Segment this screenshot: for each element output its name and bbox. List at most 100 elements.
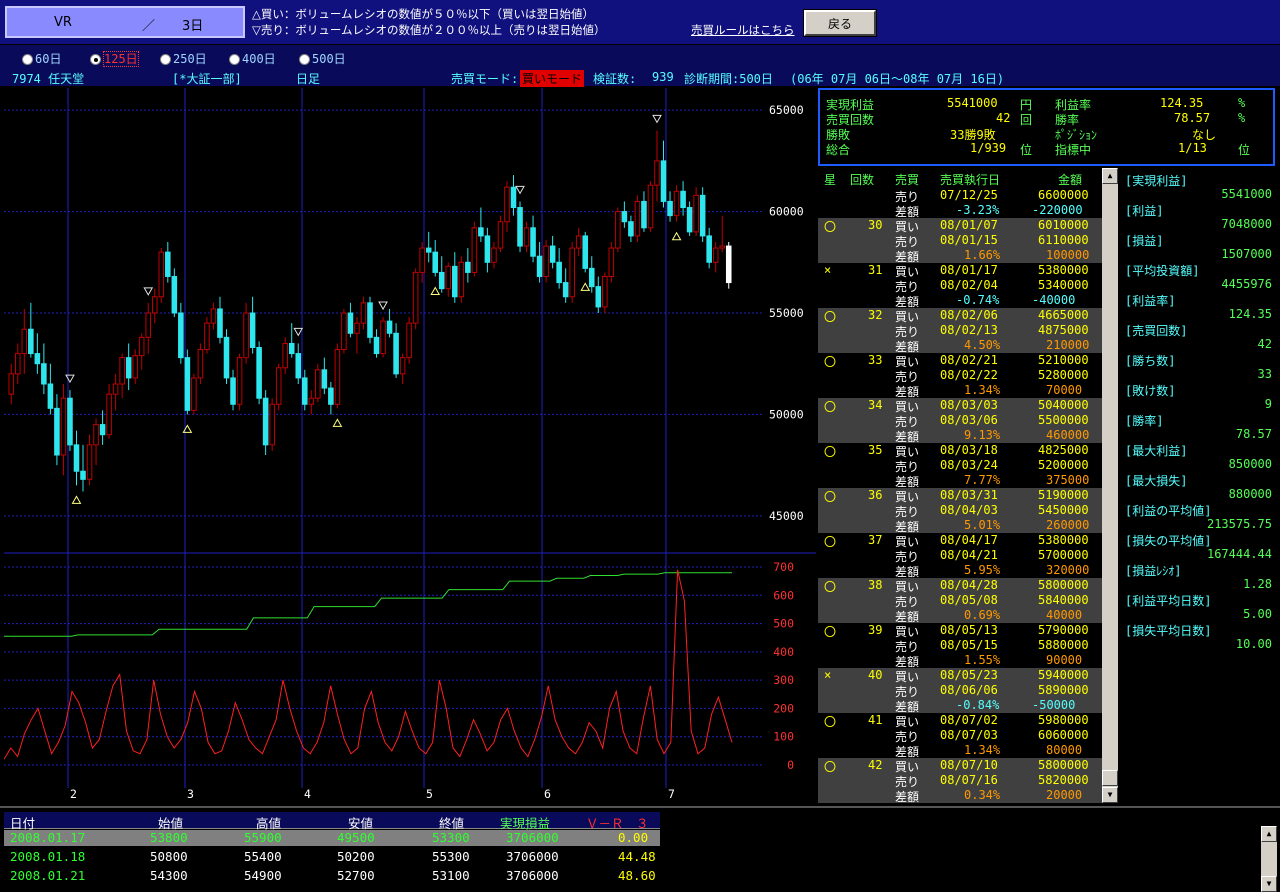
trade-date: 08/03/18	[940, 443, 998, 457]
period-option-2[interactable]: 250日	[160, 50, 207, 66]
trade-date: 08/03/31	[940, 488, 998, 502]
daily-cell: 53800	[150, 830, 188, 845]
candle-body	[223, 336, 230, 379]
trade-row-diff: 差額 -3.23% -220000	[818, 203, 1102, 219]
vr-tick-label: 600	[773, 588, 794, 602]
trade-row-diff: 差額 7.77% 375000	[818, 473, 1102, 489]
candle-body	[34, 353, 41, 365]
trade-row-sell: 売り 08/02/04 5340000	[818, 278, 1102, 294]
header-star: 星	[824, 173, 837, 187]
stat-value: 42	[1257, 337, 1272, 351]
candle-body	[301, 377, 308, 405]
verified-count: 939	[652, 70, 674, 84]
daily-cell: 50200	[337, 849, 375, 864]
candle-body	[595, 286, 602, 308]
trade-diff-pct: 0.69%	[964, 608, 1001, 622]
rules-link[interactable]: 売買ルールはこちら	[691, 22, 795, 38]
buy-signal-icon	[580, 282, 591, 291]
trade-result-icon: ×	[824, 263, 832, 277]
sell-rule: ▽売り：ボリュームレシオの数値が２００％以上（売りは翌日始値）	[252, 23, 606, 37]
daily-row[interactable]: 2008.01.21 54300 54900 52700 53100 3706000 48.…	[4, 868, 660, 884]
trade-row-buy: 〇 39 買い 08/05/13 5790000	[818, 623, 1102, 639]
candle-body	[673, 190, 680, 217]
radio-icon[interactable]	[299, 54, 310, 65]
trade-row-buy: 〇 33 買い 08/02/21 5210000	[818, 353, 1102, 369]
candle-body	[543, 245, 549, 277]
trade-diff-amount: -50000	[1032, 698, 1076, 712]
trade-diff-amount: 100000	[1046, 248, 1090, 262]
trade-date: 08/02/04	[940, 278, 998, 292]
trade-amount: 6060000	[1038, 728, 1089, 742]
period-option-0[interactable]: 60日	[22, 50, 61, 66]
trade-row-diff: 差額 4.50% 210000	[818, 338, 1102, 354]
radio-icon[interactable]	[160, 54, 171, 65]
scroll-track[interactable]	[1102, 184, 1118, 770]
trade-row-buy: 〇 38 買い 08/04/28 5800000	[818, 578, 1102, 594]
candle-body	[686, 207, 693, 233]
candle-body	[712, 247, 719, 263]
trade-list-scrollbar[interactable]: ▲ ▼	[1102, 168, 1118, 803]
stat-label: [勝率]	[1125, 414, 1164, 428]
period-option-1[interactable]: 125日	[90, 50, 139, 67]
candle-body	[386, 320, 393, 334]
trade-row-diff: 差額 1.66% 100000	[818, 248, 1102, 264]
stat-label: [利益の平均値]	[1125, 504, 1212, 518]
trade-row-buy: 〇 35 買い 08/03/18 4825000	[818, 443, 1102, 459]
candle-body	[308, 397, 315, 405]
candle-body	[171, 275, 178, 314]
candle-body	[615, 211, 621, 249]
candle-body	[99, 424, 106, 436]
trade-number: 33	[868, 353, 883, 367]
period-label: 500日	[312, 52, 346, 66]
period-option-4[interactable]: 500日	[299, 50, 346, 66]
trade-row-sell: 売り 08/02/22 5280000	[818, 368, 1102, 384]
trade-row-diff: 差額 1.55% 90000	[818, 653, 1102, 669]
radio-icon[interactable]	[90, 54, 101, 65]
price-tick-label: 55000	[769, 306, 804, 320]
daily-row[interactable]: 2008.01.18 50800 55400 50200 55300 3706000 44.…	[4, 849, 660, 865]
candle-body	[706, 235, 712, 263]
trade-diff-pct: 4.50%	[964, 338, 1001, 352]
candle-body	[445, 265, 452, 290]
stat-label: [敗け数]	[1125, 384, 1176, 398]
daily-row[interactable]: 2008.01.17 53800 55900 49500 53300 3706000 0.0…	[4, 830, 660, 846]
radio-icon[interactable]	[22, 54, 33, 65]
scroll-down-icon[interactable]: ▼	[1102, 787, 1118, 803]
candle-body	[432, 251, 439, 273]
trade-row-buy: 〇 32 買い 08/02/06 4665000	[818, 308, 1102, 324]
trade-number: 41	[868, 713, 883, 727]
profit-rate-value: 124.35	[1160, 96, 1204, 110]
title-slash: ／	[142, 19, 156, 34]
candle-body	[549, 245, 556, 263]
stat-value: 33	[1257, 367, 1272, 381]
radio-icon[interactable]	[229, 54, 240, 65]
candle-body	[569, 247, 575, 298]
daily-scroll-down-icon[interactable]: ▼	[1261, 876, 1277, 892]
scroll-thumb[interactable]	[1102, 770, 1118, 786]
stat-label: [実現利益]	[1125, 174, 1188, 188]
candle-body	[47, 383, 54, 409]
trade-date: 08/02/21	[940, 353, 998, 367]
candle-body	[641, 200, 647, 229]
daily-cell: 44.48	[618, 849, 656, 864]
scroll-up-icon[interactable]: ▲	[1102, 168, 1118, 184]
total-value: 1/939	[970, 141, 1007, 155]
trade-amount: 4825000	[1038, 443, 1089, 457]
trade-diff-amount: 90000	[1046, 653, 1083, 667]
candle-body	[321, 369, 328, 389]
trade-number: 38	[868, 578, 883, 592]
daily-table-scrollbar[interactable]: ▲ ▼	[1261, 826, 1277, 892]
trade-date: 08/04/17	[940, 533, 998, 547]
trade-date: 08/02/13	[940, 323, 998, 337]
trade-history-list[interactable]: 星 回数 売買 売買執行日 金額 売り 07/12/25 6600000 差額 -3.2…	[818, 168, 1102, 803]
candle-body	[393, 332, 399, 375]
buy-signal-icon	[332, 418, 343, 427]
period-option-3[interactable]: 400日	[229, 50, 276, 66]
daily-scroll-up-icon[interactable]: ▲	[1261, 826, 1277, 842]
candle-body	[478, 227, 484, 237]
sell-signal-icon	[143, 287, 154, 296]
candle-body	[158, 251, 165, 298]
trade-row-buy: 〇 30 買い 08/01/07 6010000	[818, 218, 1102, 234]
back-button[interactable]: 戻る	[803, 9, 877, 37]
trade-row-sell: 売り 08/07/03 6060000	[818, 728, 1102, 744]
